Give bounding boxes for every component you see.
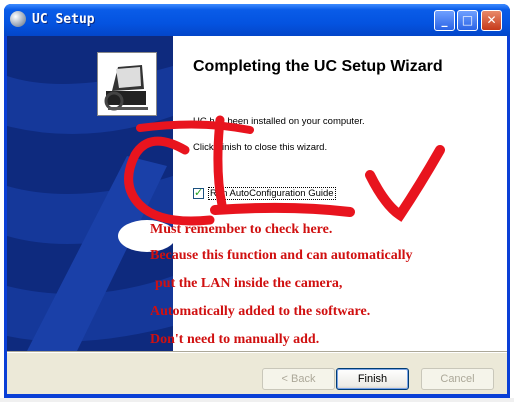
finish-instruction: Click Finish to close this wizard. (193, 142, 328, 153)
annotation-line: Must remember to check here. (150, 222, 333, 237)
finish-button[interactable]: Finish (336, 368, 409, 390)
app-icon (10, 11, 26, 27)
title-bar[interactable]: UC Setup _ □ ✕ (4, 4, 510, 36)
back-button[interactable]: < Back (262, 368, 335, 390)
close-button[interactable]: ✕ (481, 10, 502, 31)
maximize-button[interactable]: □ (457, 10, 478, 31)
autoconfig-checkbox[interactable] (193, 186, 204, 199)
installed-message: UC has been installed on your computer. (193, 116, 365, 127)
bottom-strip (0, 398, 514, 402)
minimize-button[interactable]: _ (434, 10, 455, 31)
wizard-logo-icon (97, 52, 157, 116)
cancel-button[interactable]: Cancel (421, 368, 494, 390)
button-separator (7, 351, 507, 353)
wizard-side-panel (7, 36, 173, 351)
annotation-line: Don't need to manually add. (150, 332, 320, 347)
autoconfig-checkbox-label[interactable]: Run AutoConfiguration Guide (208, 187, 336, 200)
wizard-heading: Completing the UC Setup Wizard (193, 58, 443, 75)
annotation-line: put the LAN inside the camera, (155, 276, 343, 291)
annotation-line: Because this function and can automatica… (150, 248, 413, 263)
annotation-line: Automatically added to the software. (150, 304, 371, 319)
window-title: UC Setup (32, 12, 95, 27)
